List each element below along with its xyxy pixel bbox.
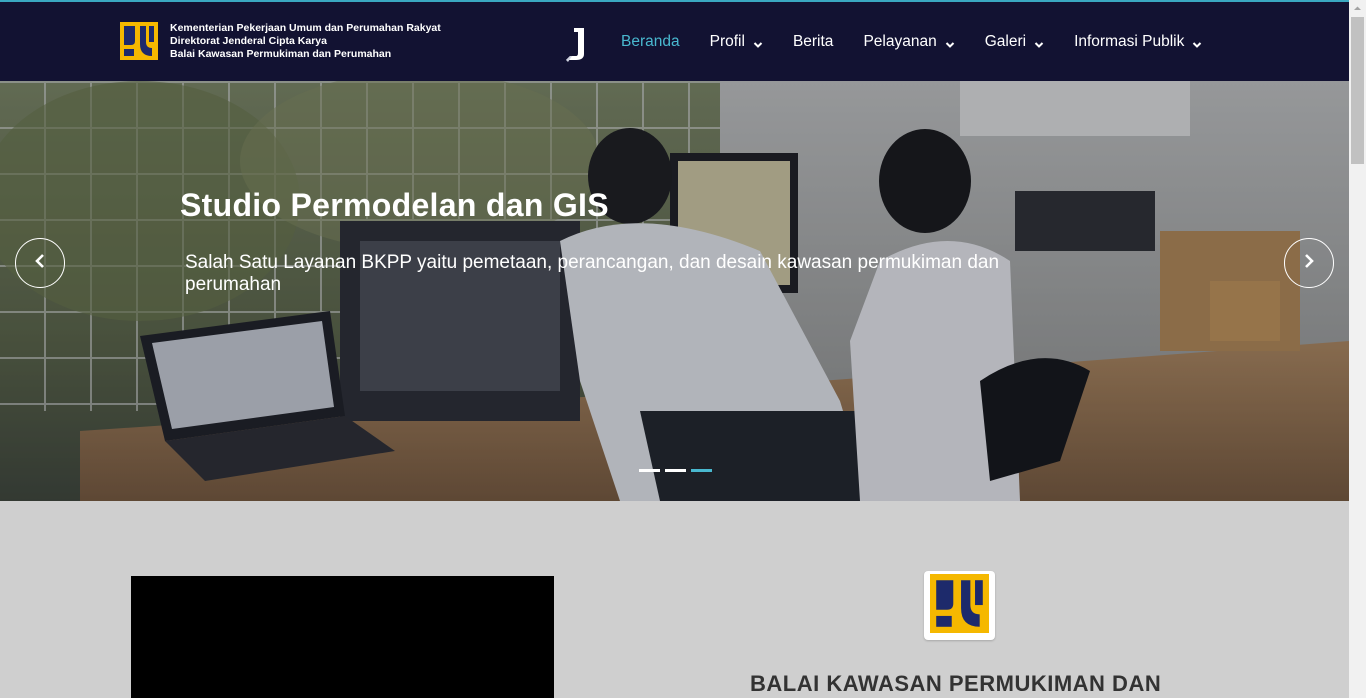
hero-title: Studio Permodelan dan GIS (180, 187, 609, 223)
chevron-right-icon (1302, 253, 1316, 274)
nav-label: Beranda (621, 32, 680, 50)
brand-line-balai: Balai Kawasan Permukiman dan Perumahan (170, 48, 392, 60)
carousel-indicators (639, 469, 712, 472)
nav-informasi-publik[interactable]: Informasi Publik (1059, 33, 1217, 51)
carousel-next-button[interactable] (1284, 238, 1334, 288)
pupr-logo-icon (120, 22, 158, 60)
carousel-indicator[interactable] (639, 469, 660, 472)
brand-text: Kementerian Pekerjaan Umum dan Perumahan… (170, 22, 441, 61)
chevron-down-icon (753, 37, 763, 48)
chevron-down-icon (1192, 37, 1202, 48)
pu-logo-badge (924, 571, 995, 640)
partner-mark-icon (564, 28, 586, 62)
nav-galeri[interactable]: Galeri (970, 33, 1059, 51)
pupr-logo-icon (930, 573, 989, 638)
brand-line-ministry: Kementerian Pekerjaan Umum dan Perumahan… (170, 22, 441, 34)
nav-label: Galeri (984, 32, 1027, 50)
chevron-down-icon (945, 37, 955, 48)
chevron-left-icon (33, 253, 47, 274)
nav-label: Berita (792, 32, 834, 50)
nav-label: Profil (709, 32, 745, 50)
section-title: BALAI KAWASAN PERMUKIMAN DAN (750, 671, 1162, 696)
nav-label: Informasi Publik (1074, 32, 1185, 50)
hero-carousel: Studio Permodelan dan GIS Salah Satu Lay… (0, 81, 1349, 501)
nav-beranda[interactable]: Beranda (606, 33, 695, 51)
carousel-indicator-active[interactable] (691, 469, 712, 472)
carousel-indicator[interactable] (665, 469, 686, 472)
main-nav: Beranda Profil Berita Pelayanan Galeri I… (606, 2, 1217, 81)
chevron-down-icon (1034, 37, 1044, 48)
nav-berita[interactable]: Berita (778, 33, 849, 51)
nav-label: Pelayanan (863, 32, 937, 50)
video-player[interactable] (131, 576, 554, 698)
brand-line-directorate: Direktorat Jenderal Cipta Karya (170, 35, 327, 47)
page-scrollbar[interactable] (1349, 0, 1366, 698)
carousel-prev-button[interactable] (15, 238, 65, 288)
scrollbar-thumb[interactable] (1351, 17, 1364, 164)
nav-profil[interactable]: Profil (695, 33, 778, 51)
brand[interactable]: Kementerian Pekerjaan Umum dan Perumahan… (120, 22, 441, 61)
navbar: Kementerian Pekerjaan Umum dan Perumahan… (0, 2, 1349, 81)
hero-subtitle: Salah Satu Layanan BKPP yaitu pemetaan, … (185, 252, 1000, 295)
scroll-up-arrow-icon[interactable] (1349, 0, 1366, 17)
nav-pelayanan[interactable]: Pelayanan (848, 33, 969, 51)
